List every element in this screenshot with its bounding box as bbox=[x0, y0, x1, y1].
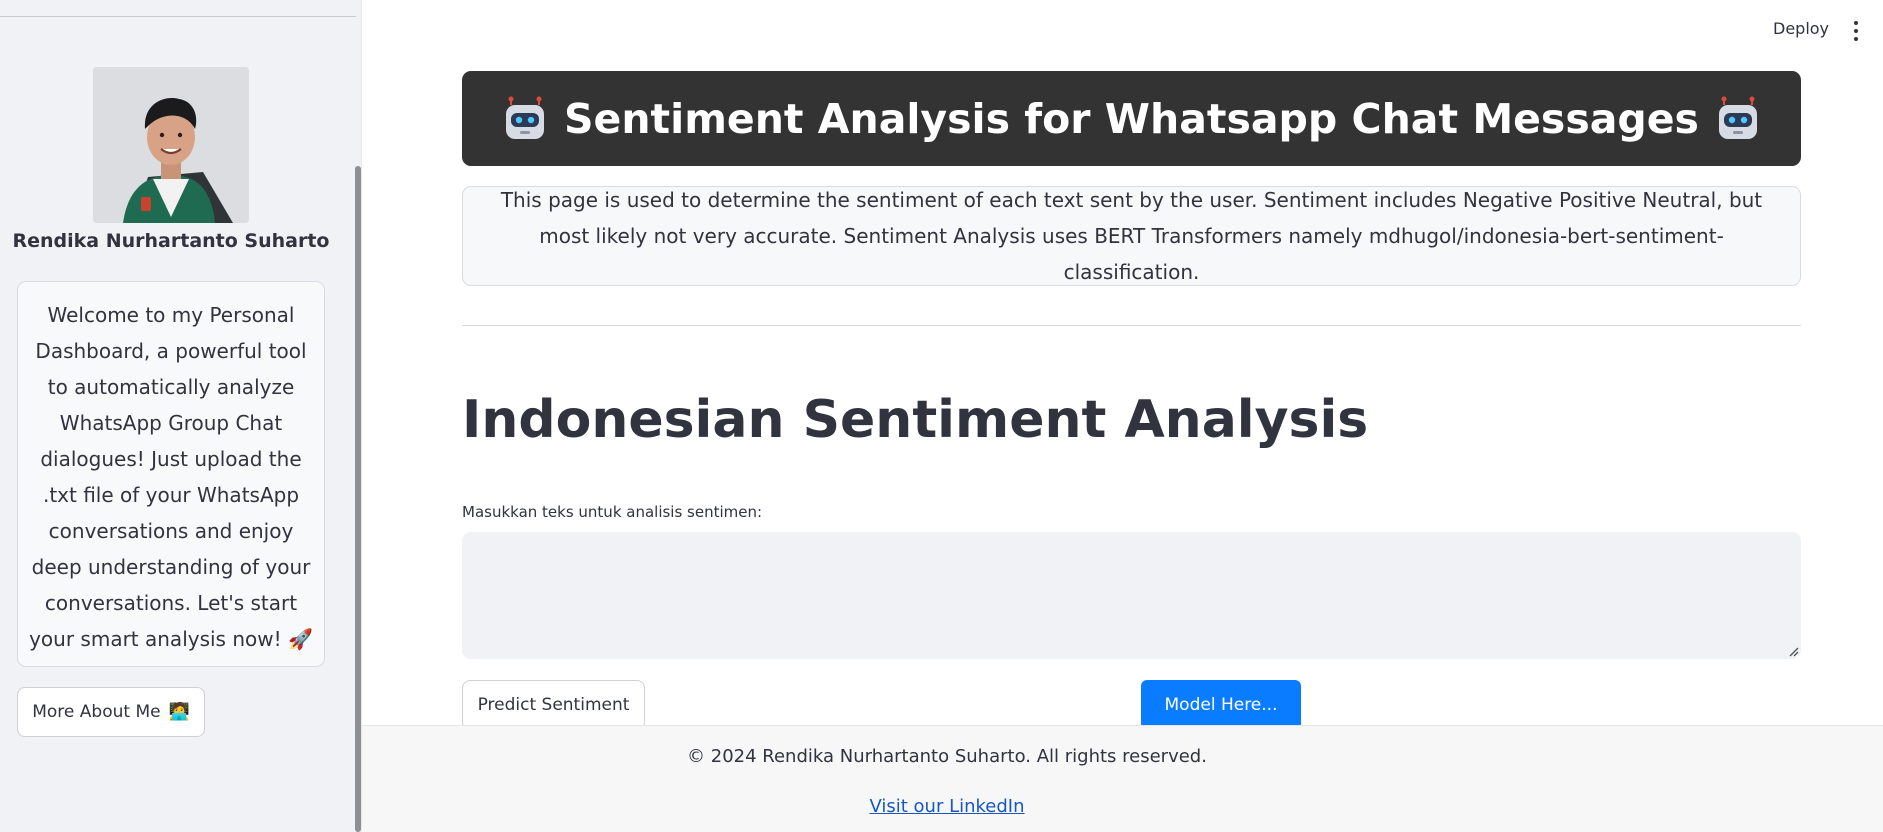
author-name: Rendika Nurhartanto Suharto bbox=[12, 230, 330, 252]
sidebar-scrollbar[interactable] bbox=[355, 166, 361, 832]
sentiment-input-label: Masukkan teks untuk analisis sentimen: bbox=[462, 503, 763, 521]
footer: © 2024 Rendika Nurhartanto Suharto. All … bbox=[362, 725, 1883, 832]
predict-sentiment-button[interactable]: Predict Sentiment bbox=[462, 680, 645, 730]
more-about-me-button[interactable]: More About Me 🧑‍💻 bbox=[17, 687, 205, 737]
deploy-button[interactable]: Deploy bbox=[1773, 19, 1829, 38]
model-here-button[interactable]: Model Here... bbox=[1141, 680, 1301, 730]
robot-icon bbox=[506, 96, 545, 139]
info-text: This page is used to determine the senti… bbox=[500, 188, 1763, 284]
profile-photo-icon bbox=[93, 67, 249, 223]
title-banner: Sentiment Analysis for Whatsapp Chat Mes… bbox=[462, 71, 1801, 166]
copyright-text: © 2024 Rendika Nurhartanto Suharto. All … bbox=[687, 746, 1207, 767]
section-divider bbox=[462, 325, 1801, 326]
welcome-card: Welcome to my Personal Dashboard, a powe… bbox=[17, 281, 325, 667]
avatar bbox=[93, 67, 249, 223]
linkedin-link-wrapper: Visit our LinkedIn bbox=[362, 796, 1532, 817]
kebab-menu-icon[interactable] bbox=[1853, 21, 1859, 41]
welcome-text: Welcome to my Personal Dashboard, a powe… bbox=[29, 303, 313, 651]
info-box: This page is used to determine the senti… bbox=[462, 186, 1801, 286]
robot-icon bbox=[1718, 96, 1757, 139]
sentiment-text-input[interactable] bbox=[462, 532, 1801, 659]
sidebar-divider bbox=[0, 16, 356, 17]
linkedin-link[interactable]: Visit our LinkedIn bbox=[869, 796, 1024, 817]
technologist-emoji-icon: 🧑‍💻 bbox=[168, 702, 190, 722]
page-title: Sentiment Analysis for Whatsapp Chat Mes… bbox=[564, 94, 1699, 143]
resize-grip-icon[interactable] bbox=[1787, 645, 1799, 657]
sidebar: Rendika Nurhartanto Suharto Welcome to m… bbox=[0, 0, 362, 832]
about-button-label: More About Me bbox=[32, 702, 161, 722]
section-heading: Indonesian Sentiment Analysis bbox=[462, 390, 1369, 450]
